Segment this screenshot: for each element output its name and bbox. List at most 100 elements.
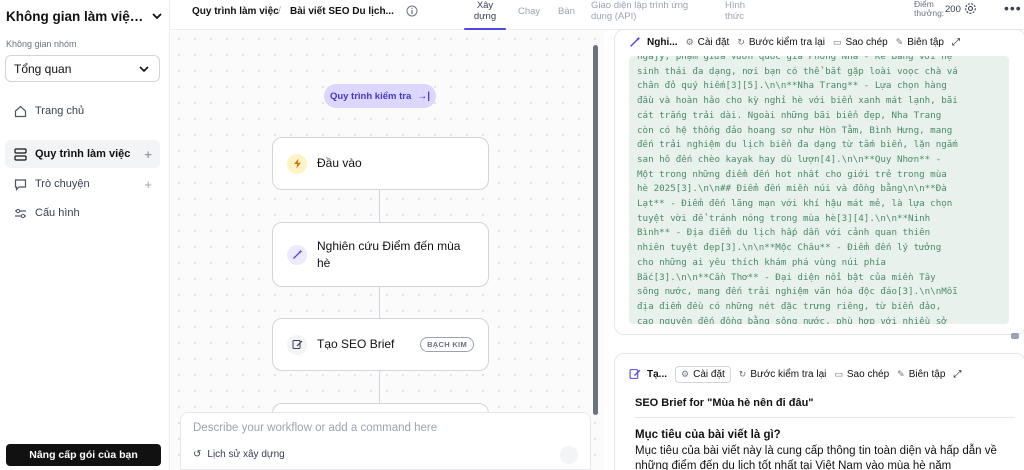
info-icon[interactable] bbox=[406, 5, 418, 17]
expand-icon[interactable]: ⤢ bbox=[952, 37, 960, 48]
add-chat-icon[interactable]: + bbox=[144, 177, 152, 192]
sidebar: Không gian làm việc c... Không gian nhóm… bbox=[0, 0, 170, 470]
workflow-test-button[interactable]: Quy trình kiểm tra →| bbox=[324, 84, 436, 108]
edit-label: Biên tập bbox=[908, 368, 946, 380]
sliders-icon bbox=[13, 206, 27, 220]
tab-api[interactable]: Giao diện lập trình ứng dụng (API) bbox=[591, 0, 701, 22]
settings-button[interactable]: ⚙ Cài đặt bbox=[675, 365, 731, 383]
gear-icon: ⚙ bbox=[685, 36, 694, 47]
sidebar-item-label: Cấu hình bbox=[35, 207, 80, 219]
command-input[interactable]: Describe your workflow or add a command … bbox=[193, 422, 437, 434]
retest-step-button[interactable]: ↻ Bước kiểm tra lại bbox=[739, 369, 827, 380]
retest-label: Bước kiểm tra lại bbox=[750, 368, 827, 380]
copy-label: Sao chép bbox=[845, 36, 888, 48]
workflow-icon bbox=[13, 147, 27, 161]
pencil-icon: ✎ bbox=[895, 36, 904, 47]
active-tab-indicator bbox=[464, 28, 506, 30]
gear-icon[interactable] bbox=[964, 2, 977, 15]
add-workflow-icon[interactable]: + bbox=[144, 147, 152, 162]
group-select[interactable]: Tổng quan bbox=[5, 55, 160, 82]
node-research[interactable]: Nghiên cứu Điểm đến mùa hè bbox=[272, 222, 489, 287]
tab-run[interactable]: Chạy bbox=[518, 6, 540, 17]
edit-icon bbox=[287, 334, 307, 355]
seo-brief-subheading: Mục tiêu của bài viết là gì? bbox=[635, 429, 781, 441]
edit-button[interactable]: ✎ Biên tập bbox=[896, 37, 944, 48]
output-code-area[interactable]: ngajy, phạm giữa vườn quốc gia Phong Nha… bbox=[629, 56, 1009, 324]
node-label: Nghiên cứu Điểm đến mùa hè bbox=[317, 238, 461, 270]
wand-icon bbox=[287, 244, 307, 265]
copy-button[interactable]: ▭ Sao chép bbox=[833, 37, 888, 48]
wand-icon bbox=[629, 36, 642, 49]
breadcrumb-current: Bài viết SEO Du lịch... bbox=[290, 6, 394, 17]
top-bar: Quy trình làm việc / Bài viết SEO Du lịc… bbox=[170, 0, 1024, 30]
workspace-title: Không gian làm việc c... bbox=[6, 8, 144, 24]
node-label: Đầu vào bbox=[317, 156, 362, 170]
points-label: Điểm thưởng: bbox=[914, 0, 945, 18]
canvas-scrollbar[interactable] bbox=[593, 45, 598, 415]
refresh-icon: ↻ bbox=[737, 36, 745, 47]
chevron-down-icon bbox=[152, 13, 162, 20]
more-options-icon[interactable]: ••• bbox=[1004, 0, 1022, 16]
arrow-into-icon: →| bbox=[417, 90, 431, 102]
seo-brief-paragraph: Mục tiêu của bài viết này là cung cấp th… bbox=[635, 445, 997, 470]
node-label: Tạo SEO Brief bbox=[317, 337, 395, 351]
card-toolbar: Nghi... ⚙ Cài đặt ↻ Bước kiểm tra lại ▭ Sao… bbox=[615, 30, 1024, 54]
home-icon bbox=[13, 104, 27, 118]
points-value: 200 bbox=[945, 4, 961, 15]
copy-button[interactable]: ▭ Sao chép bbox=[834, 369, 889, 380]
upgrade-button[interactable]: Nâng cấp gói của bạn bbox=[6, 444, 161, 466]
edit-button[interactable]: ✎ Biên tập bbox=[897, 369, 945, 380]
seo-brief-content: SEO Brief for "Mùa hè nên đi đâu" Mục ti… bbox=[635, 397, 1015, 470]
card-title: Tạ... bbox=[647, 368, 668, 380]
edit-label: Biên tập bbox=[907, 36, 944, 48]
connector-line bbox=[379, 287, 380, 318]
clipboard-icon: ▭ bbox=[834, 368, 843, 379]
breadcrumb-workflows[interactable]: Quy trình làm việc bbox=[192, 6, 279, 17]
tab-table[interactable]: Bàn bbox=[558, 6, 575, 17]
send-button[interactable] bbox=[560, 446, 578, 464]
settings-button[interactable]: ⚙ Cài đặt bbox=[686, 37, 730, 48]
bolt-icon bbox=[287, 153, 307, 174]
group-select-value: Tổng quan bbox=[14, 61, 72, 76]
card-title: Nghi... bbox=[647, 36, 678, 48]
group-label: Không gian nhóm bbox=[6, 39, 77, 49]
connector-line bbox=[379, 190, 380, 222]
seo-brief-heading: SEO Brief for "Mùa hè nên đi đâu" bbox=[635, 397, 1015, 418]
sidebar-item-label: Trò chuyện bbox=[35, 178, 90, 190]
expand-icon[interactable]: ⤢ bbox=[953, 369, 961, 380]
sidebar-item-chat[interactable]: Trò chuyện + bbox=[5, 170, 160, 198]
chat-icon bbox=[13, 177, 27, 191]
command-box[interactable]: Describe your workflow or add a command … bbox=[180, 412, 591, 470]
retest-label: Bước kiểm tra lại bbox=[748, 36, 825, 48]
clipboard-icon: ▭ bbox=[832, 36, 842, 47]
sidebar-item-workflows[interactable]: Quy trình làm việc + bbox=[5, 140, 160, 168]
connector-line bbox=[379, 371, 380, 403]
node-input[interactable]: Đầu vào bbox=[272, 137, 489, 190]
edit-icon bbox=[629, 368, 642, 381]
sidebar-item-home[interactable]: Trang chủ bbox=[5, 97, 160, 125]
tab-form[interactable]: Hình thức bbox=[725, 0, 745, 22]
retest-step-button[interactable]: ↻ Bước kiểm tra lại bbox=[737, 37, 825, 48]
history-icon: ↺ bbox=[193, 449, 202, 460]
pencil-icon: ✎ bbox=[897, 368, 905, 379]
node-seo-brief[interactable]: Tạo SEO Brief BẠCH KIM bbox=[272, 318, 489, 371]
gear-icon: ⚙ bbox=[681, 368, 690, 379]
refresh-icon: ↻ bbox=[738, 368, 747, 379]
output-panel: Nghi... ⚙ Cài đặt ↻ Bước kiểm tra lại ▭ Sao… bbox=[604, 29, 1024, 470]
card-toolbar: Tạ... ⚙ Cài đặt ↻ Bước kiểm tra lại ▭ Sao c… bbox=[615, 362, 1024, 386]
workflow-test-label: Quy trình kiểm tra bbox=[329, 90, 412, 102]
settings-label: Cài đặt bbox=[693, 368, 725, 380]
platinum-badge: BẠCH KIM bbox=[420, 337, 474, 352]
tab-build[interactable]: Xây dựng bbox=[470, 0, 500, 22]
build-history-label: Lịch sử xây dựng bbox=[207, 449, 285, 460]
panel-scrollbar[interactable] bbox=[1011, 333, 1019, 339]
sidebar-item-config[interactable]: Cấu hình bbox=[5, 199, 160, 227]
output-card-research: Nghi... ⚙ Cài đặt ↻ Bước kiểm tra lại ▭ Sao… bbox=[614, 29, 1024, 335]
sidebar-item-label: Quy trình làm việc bbox=[35, 148, 131, 160]
workspace-switcher[interactable]: Không gian làm việc c... bbox=[6, 6, 164, 26]
chevron-down-icon bbox=[139, 65, 149, 72]
build-history-button[interactable]: ↺ Lịch sử xây dựng bbox=[193, 449, 285, 460]
copy-label: Sao chép bbox=[846, 368, 890, 380]
settings-label: Cài đặt bbox=[697, 36, 730, 48]
output-code-text: ngajy, phạm giữa vườn quốc gia Phong Nha… bbox=[637, 56, 958, 324]
